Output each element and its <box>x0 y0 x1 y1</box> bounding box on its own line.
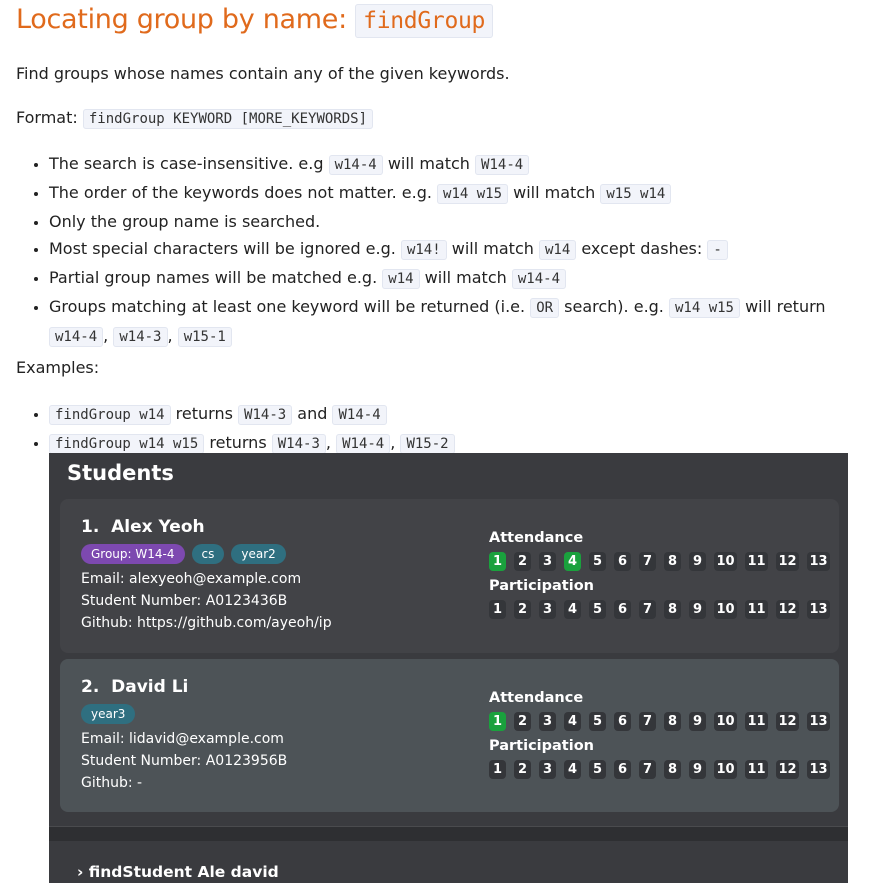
week-badge: 7 <box>639 712 656 731</box>
examples-label: Examples: <box>16 358 100 377</box>
attendance-weeks: 1 2 3 4 5 6 7 8 9 10 11 12 13 <box>489 552 838 571</box>
week-badge: 10 <box>714 552 737 571</box>
email: Email: alexyeoh@example.com <box>81 571 302 587</box>
tag: cs <box>191 544 225 564</box>
week-badge: 4 <box>564 712 581 731</box>
week-badge: 6 <box>614 760 631 779</box>
week-badge: 1 <box>489 552 506 571</box>
list-item: Most special characters will be ignored … <box>49 235 829 264</box>
week-badge: 7 <box>639 552 656 571</box>
week-badge: 4 <box>564 760 581 779</box>
week-badge: 6 <box>614 552 631 571</box>
week-badge: 3 <box>539 712 556 731</box>
student-card[interactable]: 1. Alex Yeoh Group: W14-4 cs year2 Email… <box>60 499 839 653</box>
week-badge: 6 <box>614 712 631 731</box>
participation-weeks: 1 2 3 4 5 6 7 8 9 10 11 12 13 <box>489 600 838 619</box>
attendance-label: Attendance <box>489 530 584 546</box>
format-line: Format: findGroup KEYWORD [MORE_KEYWORDS… <box>16 108 374 129</box>
week-badge: 8 <box>664 712 681 731</box>
tag-list: Group: W14-4 cs year2 <box>81 544 286 564</box>
week-badge: 2 <box>514 712 531 731</box>
week-badge: 12 <box>776 552 799 571</box>
week-badge: 8 <box>664 552 681 571</box>
attendance-label: Attendance <box>489 690 584 706</box>
week-badge: 12 <box>776 600 799 619</box>
command-box[interactable]: › findStudent Ale david <box>77 863 279 881</box>
student-card[interactable]: 2. David Li year3 Email: lidavid@example… <box>60 659 839 812</box>
list-item: The order of the keywords does not matte… <box>49 179 829 208</box>
week-badge: 5 <box>589 712 606 731</box>
examples-list: findGroup w14 returns W14-3 and W14-4 fi… <box>16 400 455 458</box>
attendance-weeks: 1 2 3 4 5 6 7 8 9 10 11 12 13 <box>489 712 838 731</box>
week-badge: 3 <box>539 552 556 571</box>
week-badge: 4 <box>564 600 581 619</box>
week-badge: 1 <box>489 712 506 731</box>
week-badge: 7 <box>639 600 656 619</box>
week-badge: 11 <box>745 712 768 731</box>
list-item: The search is case-insensitive. e.g w14-… <box>49 150 829 179</box>
participation-label: Participation <box>489 738 594 754</box>
week-badge: 5 <box>589 760 606 779</box>
week-badge: 13 <box>807 712 830 731</box>
student-name: 2. David Li <box>81 677 189 697</box>
week-badge: 10 <box>714 712 737 731</box>
week-badge: 10 <box>714 760 737 779</box>
github: Github: - <box>81 775 143 791</box>
week-badge: 2 <box>514 600 531 619</box>
week-badge: 7 <box>639 760 656 779</box>
list-item: Groups matching at least one keyword wil… <box>49 293 829 351</box>
heading-code: findGroup <box>355 4 494 38</box>
week-badge: 11 <box>745 760 768 779</box>
participation-label: Participation <box>489 578 594 594</box>
week-badge: 1 <box>489 760 506 779</box>
week-badge: 9 <box>689 760 706 779</box>
rules-list: The search is case-insensitive. e.g w14-… <box>16 150 829 351</box>
week-badge: 13 <box>807 760 830 779</box>
week-badge: 12 <box>776 760 799 779</box>
week-badge: 2 <box>514 552 531 571</box>
list-item: Partial group names will be matched e.g.… <box>49 264 829 293</box>
week-badge: 9 <box>689 600 706 619</box>
week-badge: 10 <box>714 600 737 619</box>
tag-list: year3 <box>81 704 136 724</box>
week-badge: 3 <box>539 600 556 619</box>
student-number: Student Number: A0123956B <box>81 753 288 769</box>
group-tag: Group: W14-4 <box>81 544 185 564</box>
week-badge: 6 <box>614 600 631 619</box>
week-badge: 12 <box>776 712 799 731</box>
format-code: findGroup KEYWORD [MORE_KEYWORDS] <box>82 109 374 129</box>
divider <box>49 826 848 841</box>
week-badge: 13 <box>807 552 830 571</box>
week-badge: 9 <box>689 712 706 731</box>
list-item: findGroup w14 returns W14-3 and W14-4 <box>49 400 455 429</box>
panel-title: Students <box>67 461 174 485</box>
week-badge: 5 <box>589 600 606 619</box>
week-badge: 11 <box>745 600 768 619</box>
github: Github: https://github.com/ayeoh/ip <box>81 615 332 631</box>
tag: year3 <box>81 704 136 724</box>
week-badge: 13 <box>807 600 830 619</box>
week-badge: 8 <box>664 760 681 779</box>
email: Email: lidavid@example.com <box>81 731 284 747</box>
week-badge: 5 <box>589 552 606 571</box>
week-badge: 2 <box>514 760 531 779</box>
intro-text: Find groups whose names contain any of t… <box>16 64 510 83</box>
week-badge: 9 <box>689 552 706 571</box>
student-name: 1. Alex Yeoh <box>81 517 205 537</box>
tag: year2 <box>231 544 286 564</box>
week-badge: 1 <box>489 600 506 619</box>
week-badge: 3 <box>539 760 556 779</box>
week-badge: 4 <box>564 552 581 571</box>
student-number: Student Number: A0123436B <box>81 593 288 609</box>
section-heading: Locating group by name: findGroup <box>16 4 494 38</box>
week-badge: 11 <box>745 552 768 571</box>
week-badge: 8 <box>664 600 681 619</box>
app-screenshot: Students 1. Alex Yeoh Group: W14-4 cs ye… <box>49 453 848 883</box>
participation-weeks: 1 2 3 4 5 6 7 8 9 10 11 12 13 <box>489 760 838 779</box>
format-label: Format: <box>16 108 78 127</box>
list-item: Only the group name is searched. <box>49 208 829 235</box>
